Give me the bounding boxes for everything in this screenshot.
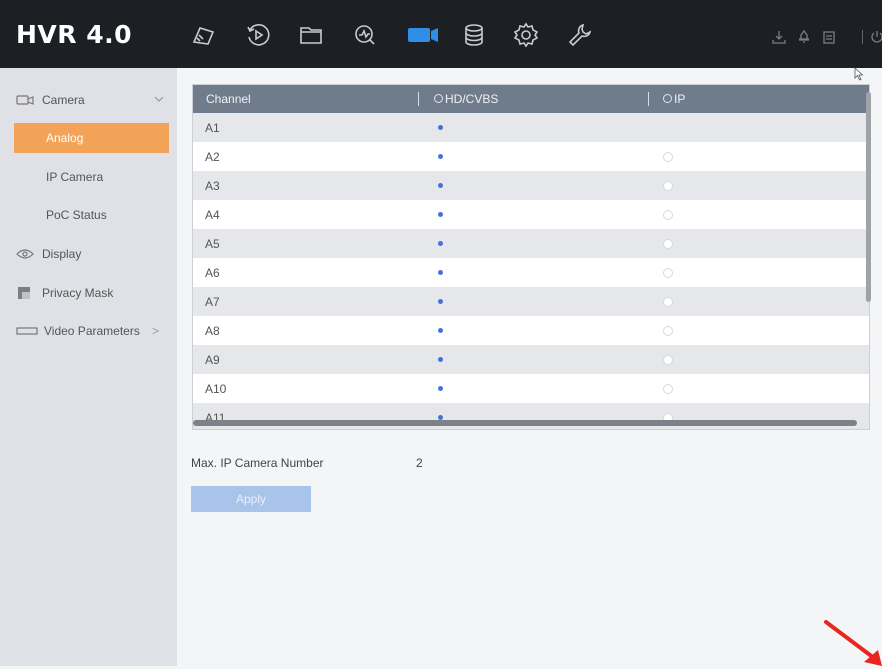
hd-cvbs-radio-selected[interactable] bbox=[438, 212, 443, 217]
table-row[interactable]: A6 bbox=[193, 258, 869, 288]
sidebar: Camera Analog IP Camera PoC Status Displ… bbox=[0, 68, 177, 666]
camera-icon[interactable] bbox=[406, 22, 440, 48]
power-icon[interactable] bbox=[870, 30, 882, 44]
channel-cell: A3 bbox=[205, 179, 220, 193]
channel-cell: A8 bbox=[205, 324, 220, 338]
channel-cell: A6 bbox=[205, 266, 220, 280]
table-row[interactable]: A3 bbox=[193, 171, 869, 201]
sidebar-item-label: Video Parameters bbox=[44, 324, 140, 338]
radio-icon bbox=[663, 94, 672, 103]
camera-icon bbox=[16, 94, 34, 106]
channel-cell: A5 bbox=[205, 237, 220, 251]
radio-icon bbox=[434, 94, 443, 103]
sidebar-item-label: Display bbox=[42, 247, 82, 261]
sidebar-item-label: Analog bbox=[46, 131, 84, 145]
table-row[interactable]: A7 bbox=[193, 287, 869, 317]
apply-button[interactable]: Apply bbox=[191, 486, 311, 512]
ip-radio[interactable] bbox=[663, 239, 673, 249]
sidebar-item-label: Camera bbox=[42, 93, 85, 107]
video-params-icon bbox=[16, 325, 38, 337]
sidebar-item-ip-camera[interactable]: IP Camera bbox=[0, 162, 177, 192]
hd-cvbs-radio-selected[interactable] bbox=[438, 328, 443, 333]
header-divider bbox=[418, 92, 419, 106]
hd-cvbs-radio-selected[interactable] bbox=[438, 125, 443, 130]
table-row[interactable]: A10 bbox=[193, 374, 869, 404]
live-view-icon[interactable] bbox=[191, 22, 217, 48]
hd-cvbs-radio-selected[interactable] bbox=[438, 183, 443, 188]
ip-radio[interactable] bbox=[663, 181, 673, 191]
max-ip-camera-label: Max. IP Camera Number bbox=[191, 456, 324, 470]
channel-cell: A9 bbox=[205, 353, 220, 367]
channel-table: Channel HD/CVBS IP A1 A2 A3 A4 A5 A6 A7 A8 A9 A10… bbox=[192, 84, 870, 430]
settings-icon[interactable] bbox=[513, 22, 539, 48]
hd-cvbs-radio-selected[interactable] bbox=[438, 270, 443, 275]
storage-icon[interactable] bbox=[461, 22, 487, 48]
ip-radio[interactable] bbox=[663, 326, 673, 336]
hd-cvbs-radio-selected[interactable] bbox=[438, 357, 443, 362]
playback-icon[interactable] bbox=[245, 22, 271, 48]
header-channel: Channel bbox=[206, 92, 251, 106]
table-row[interactable]: A4 bbox=[193, 200, 869, 230]
annotation-arrow-icon bbox=[822, 618, 882, 666]
sidebar-item-poc-status[interactable]: PoC Status bbox=[0, 200, 177, 230]
table-row[interactable]: A1 bbox=[193, 113, 869, 143]
channel-cell: A7 bbox=[205, 295, 220, 309]
horizontal-scrollbar[interactable] bbox=[193, 420, 857, 426]
hd-cvbs-radio-selected[interactable] bbox=[438, 154, 443, 159]
privacy-mask-icon bbox=[16, 287, 34, 299]
maintenance-icon[interactable] bbox=[567, 22, 593, 48]
ip-radio[interactable] bbox=[663, 297, 673, 307]
chevron-down-icon[interactable] bbox=[153, 93, 165, 105]
table-row[interactable]: A5 bbox=[193, 229, 869, 259]
download-icon[interactable] bbox=[772, 30, 786, 44]
sidebar-item-analog[interactable]: Analog bbox=[14, 123, 169, 153]
channel-cell: A2 bbox=[205, 150, 220, 164]
sidebar-item-label: Privacy Mask bbox=[42, 286, 114, 300]
header-divider bbox=[648, 92, 649, 106]
hd-cvbs-radio-selected[interactable] bbox=[438, 241, 443, 246]
alarm-bell-icon[interactable] bbox=[797, 29, 811, 44]
ip-radio[interactable] bbox=[663, 152, 673, 162]
ip-radio[interactable] bbox=[663, 268, 673, 278]
ip-radio[interactable] bbox=[663, 355, 673, 365]
header-ip[interactable]: IP bbox=[663, 92, 685, 106]
table-row[interactable]: A2 bbox=[193, 142, 869, 172]
eye-icon bbox=[16, 248, 34, 260]
sidebar-item-label: PoC Status bbox=[46, 208, 107, 222]
sidebar-item-video-parameters[interactable]: Video Parameters > bbox=[0, 316, 177, 346]
smart-analysis-icon[interactable] bbox=[352, 22, 378, 48]
channel-cell: A10 bbox=[205, 382, 227, 396]
header-hd-cvbs[interactable]: HD/CVBS bbox=[434, 92, 498, 106]
sidebar-item-display[interactable]: Display bbox=[0, 239, 177, 269]
ip-radio[interactable] bbox=[663, 210, 673, 220]
channel-cell: A1 bbox=[205, 121, 220, 135]
hd-cvbs-radio-selected[interactable] bbox=[438, 386, 443, 391]
sidebar-item-privacy-mask[interactable]: Privacy Mask bbox=[0, 278, 177, 308]
channel-cell: A4 bbox=[205, 208, 220, 222]
lock-icon[interactable] bbox=[822, 30, 836, 44]
vertical-scrollbar[interactable] bbox=[866, 92, 871, 302]
top-bar: HVR 4.0 bbox=[0, 0, 882, 68]
table-row[interactable]: A9 bbox=[193, 345, 869, 375]
table-row[interactable]: A8 bbox=[193, 316, 869, 346]
hd-cvbs-radio-selected[interactable] bbox=[438, 299, 443, 304]
app-title: HVR 4.0 bbox=[16, 20, 133, 49]
table-header: Channel HD/CVBS IP bbox=[193, 85, 869, 113]
ip-radio[interactable] bbox=[663, 384, 673, 394]
sidebar-item-camera[interactable]: Camera bbox=[0, 85, 177, 115]
max-ip-camera-value: 2 bbox=[416, 456, 423, 470]
sidebar-item-label: IP Camera bbox=[46, 170, 104, 184]
submenu-arrow: > bbox=[152, 324, 160, 338]
file-manager-icon[interactable] bbox=[298, 22, 324, 48]
system-divider bbox=[862, 30, 863, 44]
mouse-cursor-icon bbox=[854, 67, 864, 81]
